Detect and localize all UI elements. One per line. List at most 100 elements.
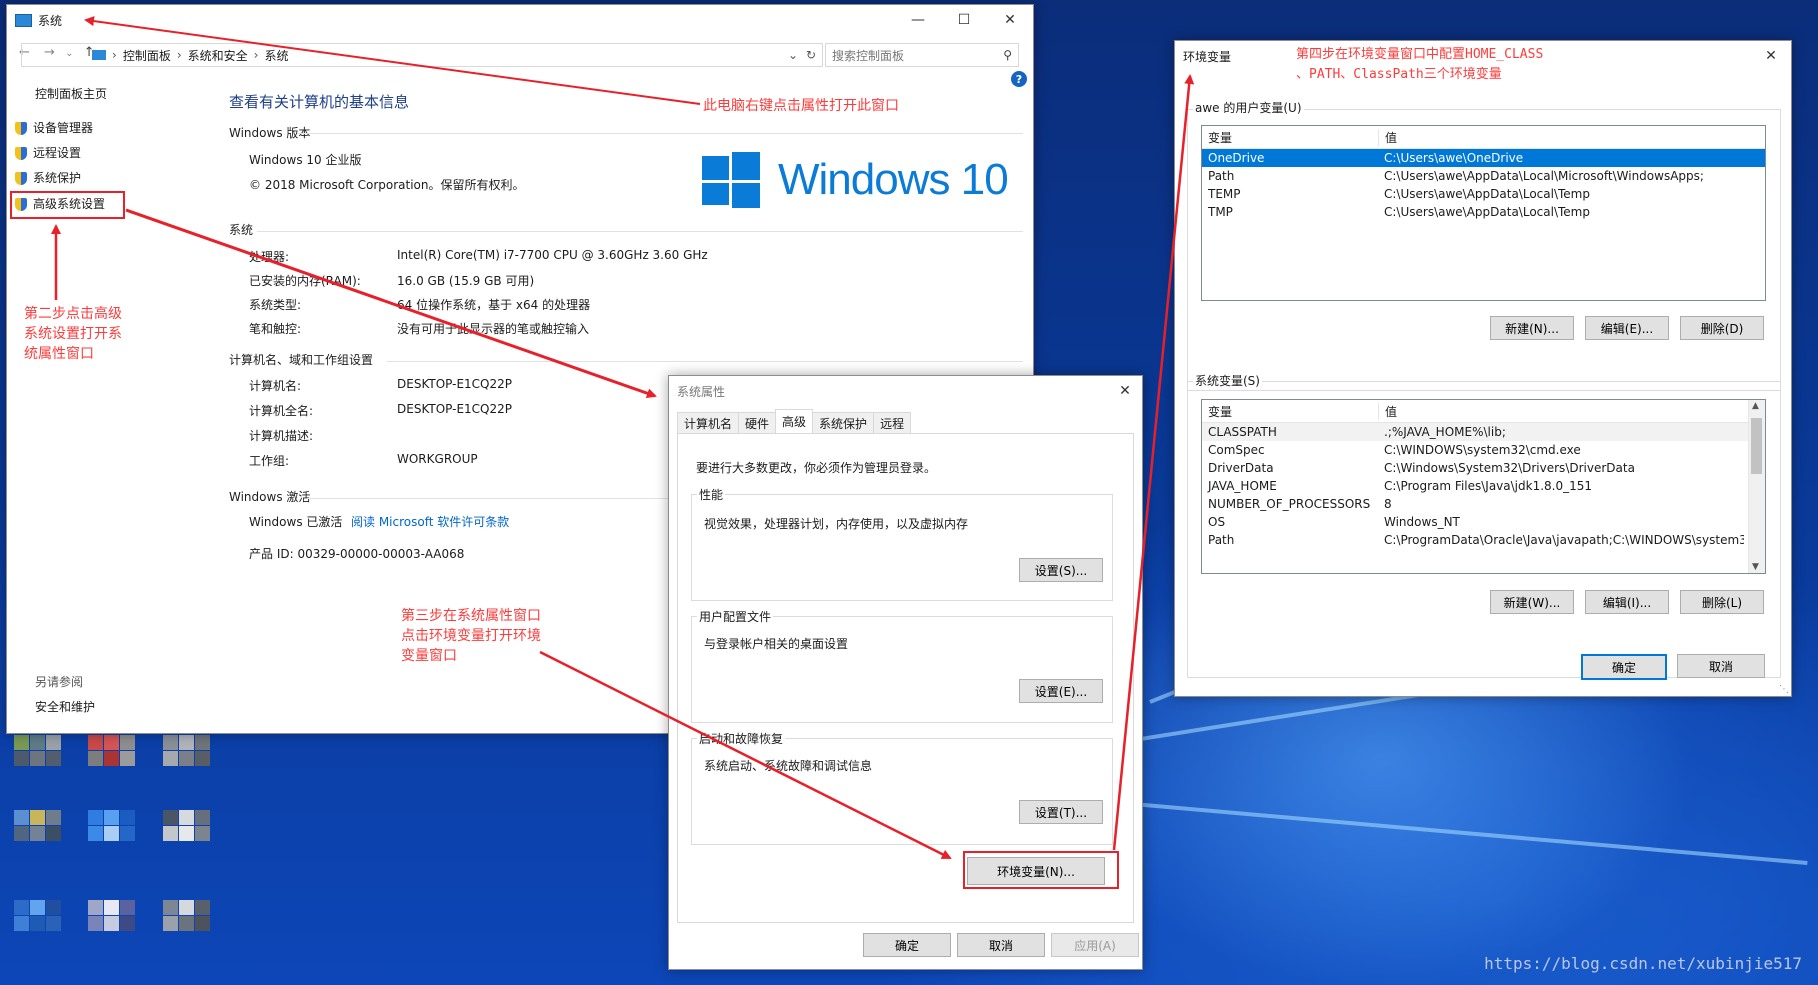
search-icon[interactable]: ⚲ (1003, 48, 1012, 62)
variable-name: CLASSPATH (1208, 425, 1277, 439)
column-header-variable[interactable]: 变量 (1202, 128, 1379, 146)
cancel-button[interactable]: 取消 (1677, 654, 1765, 678)
annotation-line: 统属性窗口 (24, 346, 94, 362)
control-panel-icon (92, 50, 106, 60)
table-row[interactable]: TMP C:\Users\awe\AppData\Local\Temp (1202, 203, 1765, 221)
tab-advanced[interactable]: 高级 (775, 409, 814, 433)
address-bar[interactable]: › 控制面板 › 系统和安全 › 系统 ⌄ ↻ (21, 43, 823, 67)
ok-button[interactable]: 确定 (863, 933, 951, 957)
system-titlebar[interactable]: 系统 (7, 5, 1033, 35)
user-new-button[interactable]: 新建(N)... (1490, 316, 1574, 340)
tab-computer-name[interactable]: 计算机名 (677, 412, 740, 433)
table-row[interactable]: OneDrive C:\Users\awe\OneDrive (1202, 149, 1765, 167)
table-row[interactable]: Path C:\ProgramData\Oracle\Java\javapath;… (1202, 531, 1765, 549)
table-row[interactable]: NUMBER_OF_PROCESSORS 8 (1202, 495, 1765, 513)
list-header: 变量 值 (1202, 126, 1765, 149)
resize-grip-icon[interactable]: ⋱ (1779, 684, 1789, 695)
scroll-thumb[interactable] (1751, 418, 1762, 474)
table-row[interactable]: Path C:\Users\awe\AppData\Local\Microsoft… (1202, 167, 1765, 185)
search-placeholder: 搜索控制面板 (832, 48, 905, 63)
annotation-line: 第四步在环境变量窗口中配置HOME_CLASS (1296, 47, 1544, 62)
desktop-icon[interactable] (163, 900, 210, 946)
tab-system-protection[interactable]: 系统保护 (812, 412, 875, 433)
desktop-icon[interactable] (88, 900, 135, 946)
workgroup-label: 工作组: (249, 454, 290, 468)
minimize-button[interactable]: — (895, 5, 941, 35)
ram-label: 已安装的内存(RAM): (249, 274, 361, 288)
search-input[interactable]: 搜索控制面板 ⚲ (825, 43, 1019, 67)
column-header-variable[interactable]: 变量 (1202, 402, 1379, 420)
close-button[interactable]: ✕ (1108, 376, 1142, 406)
user-variables-list[interactable]: 变量 值 OneDrive C:\Users\awe\OneDrive Path C… (1201, 125, 1766, 301)
step4-annotation: 第四步在环境变量窗口中配置HOME_CLASS 、PATH、ClassPath三… (1296, 45, 1543, 85)
ok-button[interactable]: 确定 (1581, 654, 1667, 680)
security-maintenance-link[interactable]: 安全和维护 (35, 698, 95, 715)
sidebar-item-device-manager[interactable]: 设备管理器 (15, 119, 93, 136)
window-title: 系统 (38, 13, 63, 28)
system-variables-list[interactable]: 变量 值 CLASSPATH .;%JAVA_HOME%\lib; ComSpec… (1201, 399, 1766, 574)
desktop-icon[interactable] (14, 900, 61, 946)
scroll-down-icon[interactable]: ▼ (1752, 562, 1759, 572)
pen-touch-label: 笔和触控: (249, 322, 302, 336)
close-button[interactable]: ✕ (1751, 41, 1791, 71)
user-delete-button[interactable]: 删除(D) (1680, 316, 1764, 340)
startup-recovery-settings-button[interactable]: 设置(T)... (1019, 800, 1103, 824)
annotation-line: 第三步在系统属性窗口 (401, 608, 541, 624)
windows-flag-icon (702, 152, 760, 208)
copyright-text: © 2018 Microsoft Corporation。保留所有权利。 (249, 178, 525, 192)
desktop-icon[interactable] (88, 735, 135, 781)
refresh-icon[interactable]: ↻ (806, 48, 816, 62)
apply-button[interactable]: 应用(A) (1051, 933, 1139, 957)
table-row[interactable]: ComSpec C:\WINDOWS\system32\cmd.exe (1202, 441, 1765, 459)
system-delete-button[interactable]: 删除(L) (1680, 590, 1764, 614)
sidebar-item-remote-settings[interactable]: 远程设置 (15, 144, 81, 161)
breadcrumb-item[interactable]: 系统和安全 (188, 47, 248, 64)
system-new-button[interactable]: 新建(W)... (1490, 590, 1574, 614)
breadcrumb-item[interactable]: 控制面板 (123, 47, 171, 64)
desktop-icon[interactable] (163, 735, 210, 781)
sidebar-item-system-protection[interactable]: 系统保护 (15, 169, 81, 186)
maximize-button[interactable]: ☐ (941, 5, 987, 35)
variable-name: OneDrive (1208, 151, 1265, 165)
table-row[interactable]: CLASSPATH .;%JAVA_HOME%\lib; (1202, 423, 1765, 441)
annotation-line: 第二步点击高级 (24, 306, 122, 322)
tab-hardware[interactable]: 硬件 (738, 412, 777, 433)
workgroup-value: WORKGROUP (397, 452, 478, 466)
breadcrumb-sep-icon: › (176, 48, 182, 62)
cancel-button[interactable]: 取消 (957, 933, 1045, 957)
sidebar-home-link[interactable]: 控制面板主页 (35, 85, 107, 102)
processor-value: Intel(R) Core(TM) i7-7700 CPU @ 3.60GHz … (397, 248, 708, 262)
sysprop-titlebar[interactable]: 系统属性 (669, 376, 1142, 406)
column-header-value[interactable]: 值 (1379, 129, 1397, 146)
column-header-value[interactable]: 值 (1379, 403, 1397, 420)
desktop-icon[interactable] (14, 735, 61, 781)
step2-annotation: 第二步点击高级 系统设置打开系 统属性窗口 (24, 304, 122, 364)
variable-value: .;%JAVA_HOME%\lib; (1384, 425, 1506, 439)
desktop-icon[interactable] (88, 810, 135, 856)
scrollbar[interactable]: ▲ ▼ (1748, 400, 1765, 573)
scroll-up-icon[interactable]: ▲ (1752, 401, 1759, 411)
help-icon[interactable]: ? (1011, 71, 1027, 87)
close-button[interactable]: ✕ (987, 5, 1033, 35)
environment-variables-dialog: 环境变量 ✕ awe 的用户变量(U) 变量 值 OneDrive C:\User… (1174, 40, 1792, 697)
breadcrumb-item[interactable]: 系统 (264, 47, 288, 64)
table-row[interactable]: DriverData C:\Windows\System32\Drivers\Dr… (1202, 459, 1765, 477)
table-row[interactable]: TEMP C:\Users\awe\AppData\Local\Temp (1202, 185, 1765, 203)
variable-name: TMP (1208, 205, 1233, 219)
full-name-label: 计算机全名: (249, 404, 314, 418)
user-edit-button[interactable]: 编辑(E)... (1585, 316, 1669, 340)
table-row[interactable]: OS Windows_NT (1202, 513, 1765, 531)
dialog-title: 环境变量 (1183, 49, 1232, 64)
tab-remote[interactable]: 远程 (873, 412, 912, 433)
annotation-line: 、PATH、ClassPath三个环境变量 (1296, 67, 1502, 82)
license-terms-link[interactable]: 阅读 Microsoft 软件许可条款 (351, 513, 509, 530)
shield-icon (15, 122, 27, 135)
desktop-icon[interactable] (163, 810, 210, 856)
user-profile-settings-button[interactable]: 设置(E)... (1019, 679, 1103, 703)
performance-settings-button[interactable]: 设置(S)... (1019, 558, 1103, 582)
system-edit-button[interactable]: 编辑(I)... (1585, 590, 1669, 614)
dropdown-chevron-icon[interactable]: ⌄ (788, 48, 798, 62)
table-row[interactable]: JAVA_HOME C:\Program Files\Java\jdk1.8.0_… (1202, 477, 1765, 495)
user-profile-group (691, 616, 1113, 723)
desktop-icon[interactable] (14, 810, 61, 856)
